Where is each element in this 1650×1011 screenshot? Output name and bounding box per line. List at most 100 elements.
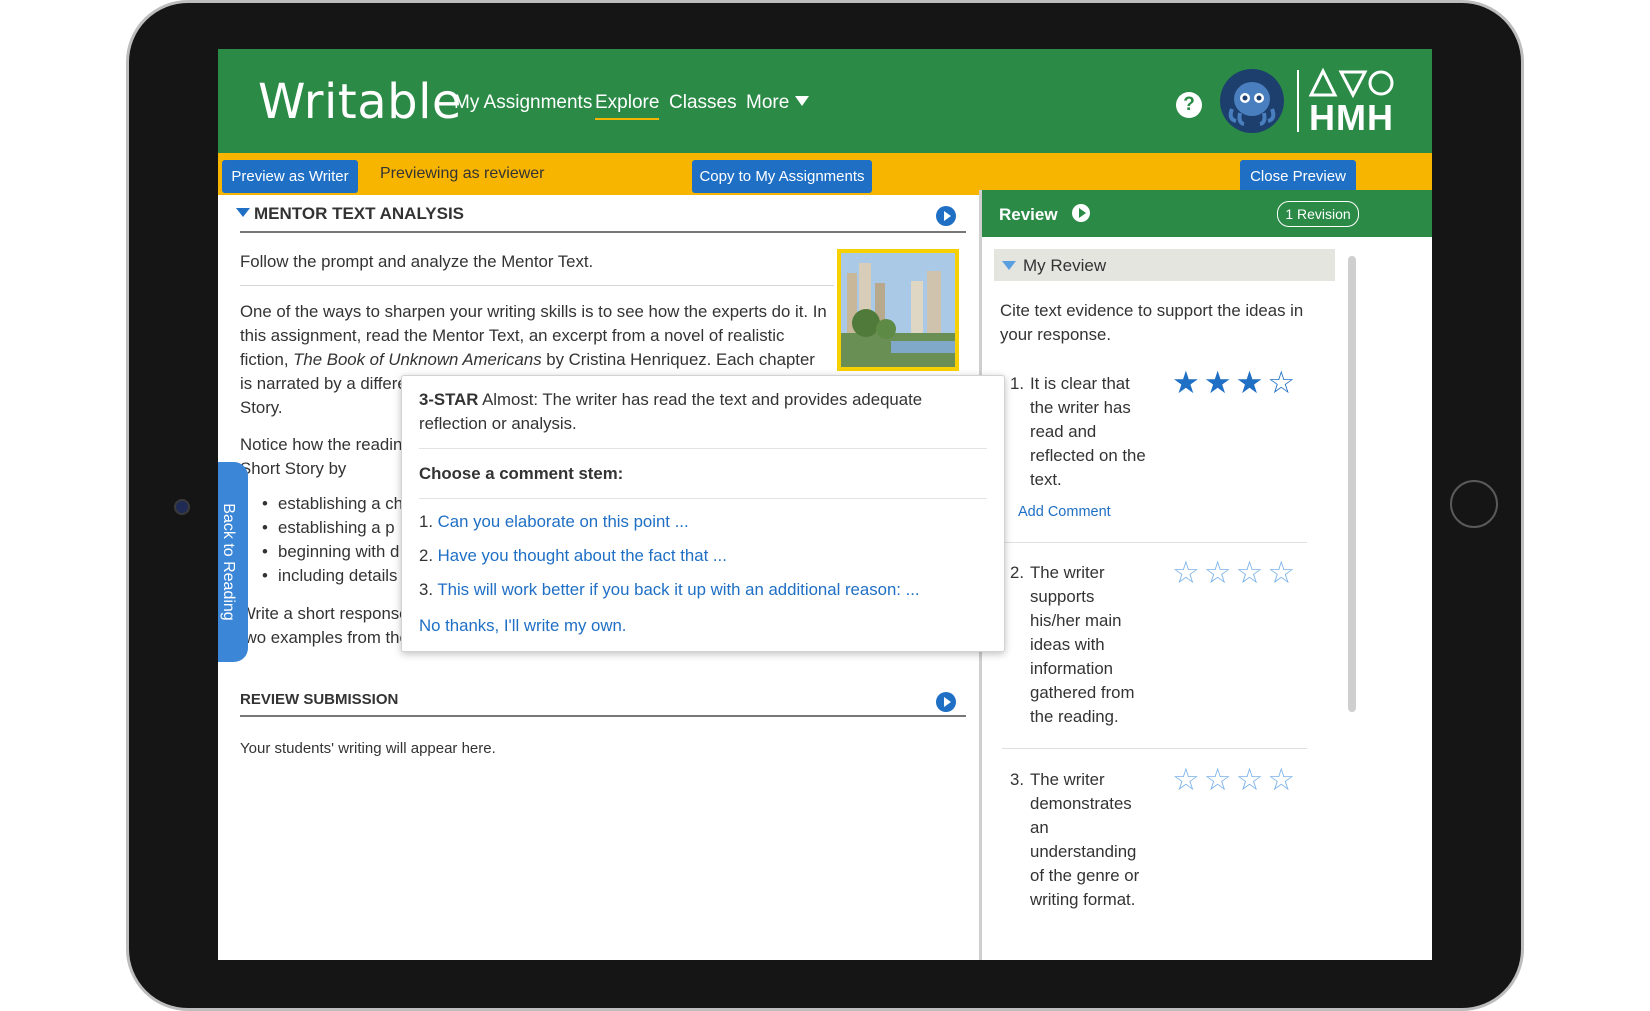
app-screen: Writable My Assignments Explore Classes …: [218, 49, 1432, 960]
star-empty-icon[interactable]: ☆: [1172, 555, 1204, 590]
prompt-divider: [240, 285, 834, 286]
review-submission-header: REVIEW SUBMISSION: [240, 691, 966, 717]
no-thanks-link[interactable]: No thanks, I'll write my own.: [419, 616, 626, 636]
para-line: two examples from the: [240, 628, 409, 647]
preview-status-text: Previewing as reviewer: [380, 165, 545, 182]
review-panel: Review 1 Revision My Review Cite text ev…: [979, 190, 1432, 960]
submission-placeholder: Your students' writing will appear here.: [240, 740, 496, 757]
stem-number: 3.: [419, 580, 433, 599]
criterion-line: gathered from: [1030, 683, 1135, 702]
criterion-line: read and: [1030, 422, 1097, 441]
rating-level: 3-STAR: [419, 390, 479, 409]
write-instructions: Write a short response two examples from…: [240, 602, 409, 650]
nav-my-assignments[interactable]: My Assignments: [454, 92, 592, 114]
rating-line: 3-STAR Almost: The writer has read the t…: [419, 388, 922, 412]
criterion-line: reflected on the: [1030, 446, 1146, 465]
star-rating: ☆☆☆☆: [1172, 763, 1299, 797]
criterion-number: 2.: [1010, 563, 1024, 582]
criterion-line: of the genre or: [1030, 866, 1140, 885]
star-empty-icon[interactable]: ☆: [1204, 762, 1236, 797]
notice-paragraph: Notice how the reading Short Story by: [240, 433, 412, 481]
criterion-line: the reading.: [1030, 707, 1119, 726]
copy-to-assignments-button[interactable]: Copy to My Assignments: [692, 160, 872, 193]
rating-description: 3-STAR Almost: The writer has read the t…: [419, 388, 922, 436]
review-intro: Cite text evidence to support the ideas …: [1000, 299, 1303, 347]
octopus-avatar-icon: [1228, 82, 1276, 126]
back-to-reading-tab[interactable]: Back to Reading: [218, 462, 248, 662]
comment-stem-option[interactable]: 2. Have you thought about the fact that …: [419, 546, 727, 566]
criterion-line: writing format.: [1030, 890, 1136, 909]
review-panel-header: Review 1 Revision: [982, 190, 1432, 237]
star-empty-icon[interactable]: ☆: [1267, 762, 1299, 797]
nav-more[interactable]: More: [746, 92, 810, 114]
play-icon[interactable]: [1072, 204, 1090, 222]
preview-bar: Preview as Writer Previewing as reviewer…: [218, 153, 1432, 195]
stem-number: 1.: [419, 512, 433, 531]
para-line: Notice how the reading: [240, 435, 412, 454]
star-rating: ☆☆☆☆: [1172, 556, 1299, 590]
star-empty-icon[interactable]: ☆: [1204, 555, 1236, 590]
star-filled-icon[interactable]: ★: [1236, 365, 1268, 400]
review-title: Review: [999, 205, 1058, 224]
help-icon[interactable]: ?: [1176, 92, 1202, 118]
criterion-line: supports: [1030, 587, 1095, 606]
para-line: Short Story by: [240, 459, 347, 478]
bullet-list: establishing a ch establishing a p begin…: [262, 492, 403, 588]
criterion-text: It is clear that the writer has read and…: [1030, 372, 1146, 492]
popup-divider: [419, 498, 987, 499]
collapse-triangle-icon[interactable]: [236, 208, 250, 217]
star-empty-icon[interactable]: ☆: [1236, 762, 1268, 797]
star-empty-icon[interactable]: ☆: [1267, 555, 1299, 590]
collapse-triangle-icon: [1002, 261, 1016, 270]
criterion-divider: [1002, 748, 1307, 749]
criterion-line: understanding: [1030, 842, 1137, 861]
avatar[interactable]: [1220, 69, 1284, 133]
hmh-logo-text: HMH: [1309, 97, 1394, 138]
star-filled-icon[interactable]: ★: [1172, 365, 1204, 400]
para-line-text: by Cristina Henriquez. Each chapter: [541, 350, 815, 369]
intro-line: your response.: [1000, 325, 1112, 344]
my-review-label: My Review: [1023, 256, 1107, 275]
para-line: fiction, The Book of Unknown Americans b…: [240, 348, 827, 372]
nav-explore[interactable]: Explore: [595, 92, 660, 120]
comment-stem-option[interactable]: 3. This will work better if you back it …: [419, 580, 920, 600]
revision-badge[interactable]: 1 Revision: [1277, 201, 1359, 227]
chevron-down-icon: [795, 96, 810, 106]
close-preview-button[interactable]: Close Preview: [1240, 160, 1356, 193]
nav-more-label: More: [746, 92, 790, 113]
mentor-section-header[interactable]: MENTOR TEXT ANALYSIS: [236, 204, 966, 233]
play-audio-icon[interactable]: [936, 692, 956, 712]
intro-line: Cite text evidence to support the ideas …: [1000, 301, 1304, 320]
preview-as-writer-button[interactable]: Preview as Writer: [222, 160, 358, 193]
home-button[interactable]: [1450, 480, 1498, 528]
stem-text: This will work better if you back it up …: [437, 580, 920, 599]
criterion-line: an: [1030, 818, 1049, 837]
list-item: establishing a ch: [262, 492, 403, 516]
stem-text: Have you thought about the fact that ...: [437, 546, 727, 565]
nav-classes[interactable]: Classes: [669, 92, 737, 114]
play-audio-icon[interactable]: [936, 206, 956, 226]
back-to-reading-label: Back to Reading: [220, 503, 237, 621]
scrollbar[interactable]: [1348, 256, 1356, 712]
stem-text: Can you elaborate on this point ...: [437, 512, 689, 531]
star-rating: ★★★☆: [1172, 366, 1299, 400]
para-line: Write a short response: [240, 604, 409, 623]
star-filled-icon[interactable]: ★: [1204, 365, 1236, 400]
mentor-prompt: Follow the prompt and analyze the Mentor…: [240, 252, 594, 271]
my-review-section-header[interactable]: My Review: [994, 249, 1335, 281]
criterion-line: demonstrates: [1030, 794, 1132, 813]
hmh-shapes-logo-icon: [1309, 68, 1394, 98]
criterion-number: 1.: [1010, 374, 1024, 393]
popup-divider: [419, 448, 987, 449]
star-empty-icon[interactable]: ☆: [1172, 762, 1204, 797]
writable-logo[interactable]: Writable: [258, 74, 462, 130]
comment-stem-option[interactable]: 1. Can you elaborate on this point ...: [419, 512, 689, 532]
para-line: this assignment, read the Mentor Text, a…: [240, 326, 785, 345]
review-submission-title: REVIEW SUBMISSION: [240, 691, 399, 708]
star-empty-icon[interactable]: ☆: [1236, 555, 1268, 590]
brand-divider: [1297, 70, 1299, 132]
star-empty-icon[interactable]: ☆: [1267, 365, 1299, 400]
list-item: including details: [262, 564, 403, 588]
add-comment-link[interactable]: Add Comment: [1018, 500, 1111, 524]
criterion-text: The writer demonstrates an understanding…: [1030, 768, 1139, 912]
